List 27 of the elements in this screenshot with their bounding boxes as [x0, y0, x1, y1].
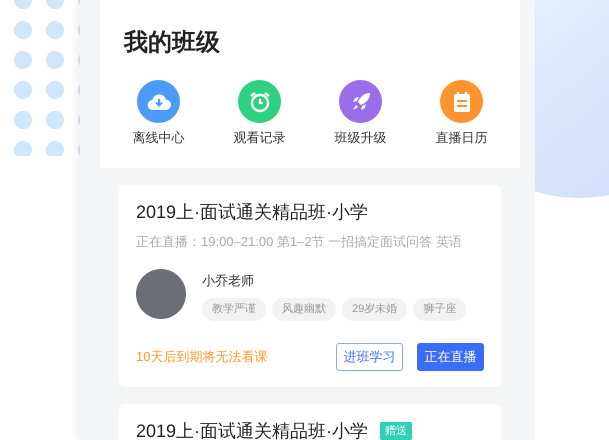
shortcut-label: 离线中心 — [132, 129, 184, 147]
cloud-download-icon — [146, 92, 170, 110]
page-title: 我的班级 — [124, 28, 221, 58]
teacher-tag: 狮子座 — [413, 298, 466, 320]
live-button[interactable]: 正在直播 — [417, 342, 484, 370]
shortcut-button[interactable] — [238, 80, 281, 123]
enter-class-button[interactable]: 进班学习 — [336, 342, 403, 370]
avatar-placeholder — [136, 268, 186, 318]
teacher-tag: 教学严谨 — [202, 298, 266, 320]
teacher-tag: 风趣幽默 — [272, 298, 336, 320]
teacher-name: 小乔老师 — [202, 272, 255, 290]
course-card[interactable]: 2019上·面试通关精品班·小学 赠送 — [119, 404, 501, 440]
shortcut-label: 班级升级 — [334, 129, 386, 147]
expiry-warning: 10天后到期将无法看课 — [136, 348, 268, 366]
course-card[interactable]: 2019上·面试通关精品班·小学 正在直播：19:00–21:00 第1–2节 一招搞定面试问答 英语 小乔老师 教学严谨 风趣幽默 29岁未婚 狮子座 10天后到期将无法看课 进班学习 正在直播 — [119, 185, 501, 386]
schedule-text: 正在直播：19:00–21:00 第1–2节 一招搞定面试问答 英语 — [136, 233, 463, 251]
shortcut-button[interactable] — [440, 80, 483, 123]
course-title: 2019上·面试通关精品班·小学 — [136, 420, 368, 440]
shortcut-label: 观看记录 — [234, 129, 286, 147]
course-title: 2019上·面试通关精品班·小学 — [136, 201, 368, 224]
gift-badge: 赠送 — [380, 422, 412, 440]
shortcut-label: 直播日历 — [436, 129, 488, 147]
alarm-clock-icon — [248, 90, 272, 114]
teacher-tag: 29岁未婚 — [342, 298, 408, 320]
shortcut-button[interactable] — [339, 80, 382, 123]
calendar-icon — [452, 90, 472, 112]
shortcut-button[interactable] — [137, 80, 180, 123]
